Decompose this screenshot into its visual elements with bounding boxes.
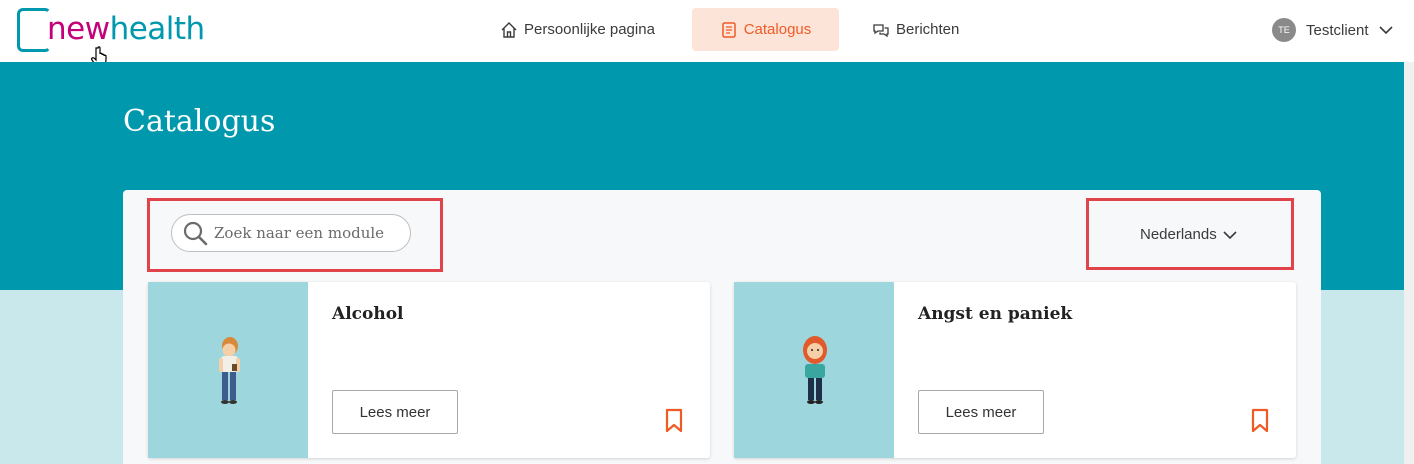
newhealth-logo[interactable]: newhealth bbox=[17, 8, 217, 54]
chat-icon bbox=[873, 23, 889, 37]
logo-text-new: new bbox=[47, 11, 110, 47]
module-image bbox=[734, 282, 894, 458]
character-illustration-icon bbox=[803, 336, 827, 404]
chevron-down-icon bbox=[1378, 26, 1393, 35]
nav-label-berichten: Berichten bbox=[896, 21, 960, 38]
nav-item-catalogus[interactable]: Catalogus bbox=[692, 8, 839, 51]
logo-text-health: health bbox=[109, 11, 206, 47]
module-image bbox=[148, 282, 308, 458]
home-icon bbox=[501, 21, 517, 38]
scrollbar[interactable] bbox=[1404, 62, 1414, 464]
user-name: Testclient bbox=[1306, 21, 1369, 39]
page-title: Catalogus bbox=[123, 104, 276, 139]
nav-label-personal-page: Persoonlijke pagina bbox=[524, 21, 655, 38]
logo-frame bbox=[17, 8, 51, 52]
module-title: Alcohol bbox=[332, 304, 404, 324]
highlight-box-search bbox=[147, 198, 443, 272]
module-card-angst-en-paniek: Angst en paniek Lees meer bbox=[734, 282, 1296, 458]
character-illustration-icon bbox=[219, 337, 240, 404]
read-more-button[interactable]: Lees meer bbox=[332, 390, 458, 434]
book-icon bbox=[721, 21, 736, 38]
module-title: Angst en paniek bbox=[918, 304, 1073, 324]
user-menu[interactable]: TE Testclient bbox=[1272, 18, 1393, 42]
avatar: TE bbox=[1272, 18, 1296, 42]
bookmark-icon[interactable] bbox=[1250, 408, 1270, 434]
module-card-alcohol: Alcohol Lees meer bbox=[148, 282, 710, 458]
logo-text: newhealth bbox=[47, 10, 205, 48]
bookmark-icon[interactable] bbox=[664, 408, 684, 434]
nav-label-catalogus: Catalogus bbox=[743, 21, 812, 38]
read-more-button[interactable]: Lees meer bbox=[918, 390, 1044, 434]
nav-item-personal-page[interactable]: Persoonlijke pagina bbox=[486, 8, 669, 51]
nav-item-berichten[interactable]: Berichten bbox=[858, 8, 973, 51]
top-header: newhealth Persoonlijke pagina Catalogus … bbox=[0, 0, 1414, 68]
highlight-box-language bbox=[1086, 198, 1294, 270]
